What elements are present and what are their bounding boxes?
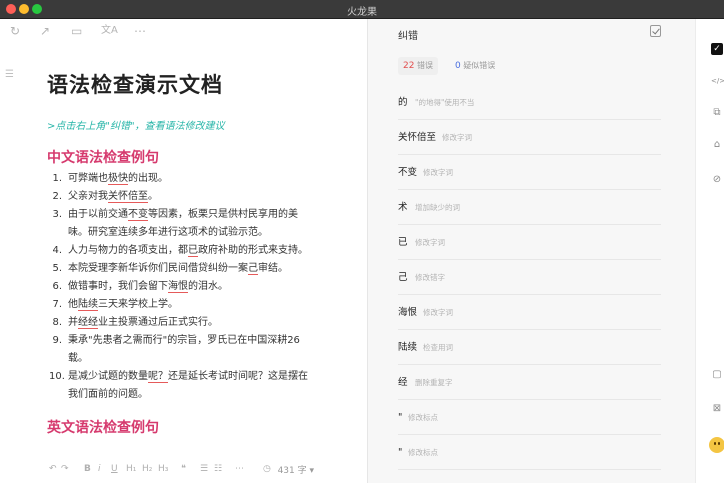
hint-text: >点击右上角"纠错"，查看语法修改建议: [47, 121, 225, 132]
more-format-icon[interactable]: ⋯: [235, 463, 244, 475]
suggestion-row[interactable]: 的 "的地得"使用不当: [398, 85, 661, 120]
format-toolbar: ↶ ↷ B i U H₁ H₂ H₃ ❝ ☰ ☷ ⋯ ◷ 431 字 ▾: [0, 457, 367, 483]
error-underline[interactable]: 不变: [128, 209, 148, 221]
share-icon[interactable]: ↗: [40, 24, 50, 38]
error-underline[interactable]: 陆续: [78, 299, 98, 311]
error-underline[interactable]: 极快: [108, 173, 128, 185]
image-tool-icon[interactable]: ⊠: [711, 403, 723, 415]
example-list: 1. 可弊端也极快的出现。 2. 父亲对我关怀倍至。 3. 由于以前交通不变等因素，板…: [49, 170, 319, 404]
italic-button[interactable]: i: [98, 463, 101, 475]
proofreading-panel: 纠错 22 错误 0 疑似错误 的 "的地得"使用不当 关怀倍至 修改字词 不变 修改…: [367, 19, 695, 483]
list-item: 6. 做错事时，我们会留下海恨的泪水。: [52, 281, 228, 293]
list-item: 8. 并经经业主投票通过后正式实行。: [52, 317, 218, 329]
list-item: 5. 本院受理李新华诉你们民间借贷纠纷一案己审结。: [52, 263, 288, 275]
panel-tool-icon[interactable]: ▢: [711, 369, 723, 381]
underline-button[interactable]: U: [111, 463, 118, 475]
error-underline[interactable]: 呢？: [148, 371, 168, 383]
suggestion-row[interactable]: 术增加缺少的词: [398, 190, 661, 225]
suspect-count-tab[interactable]: 0 疑似错误: [452, 57, 498, 75]
document-title: 语法检查演示文档: [47, 73, 223, 97]
list-item: 4. 人力与物力的各项支出，都已政府补助的形式来支持。: [52, 245, 308, 257]
bold-button[interactable]: B: [84, 463, 91, 475]
error-underline[interactable]: 己: [248, 263, 258, 275]
suggestion-row[interactable]: " 修改标点: [398, 435, 661, 470]
translate-icon[interactable]: 文A: [101, 24, 118, 38]
list-item: 1. 可弊端也极快的出现。: [52, 173, 168, 185]
heading1-button[interactable]: H₁: [126, 463, 136, 475]
code-tool-icon[interactable]: </>: [711, 75, 724, 87]
history-icon[interactable]: ◷: [263, 463, 271, 475]
editor-top-toolbar: ↻ ↗ ▭ 文A ⋯: [0, 19, 367, 45]
error-count-tab[interactable]: 22 错误: [398, 57, 438, 75]
window-title: 火龙果: [347, 7, 377, 18]
heading3-button[interactable]: H₃: [158, 463, 168, 475]
suggestion-row[interactable]: 已修改字词: [398, 225, 661, 260]
redo-icon[interactable]: ↷: [61, 463, 69, 475]
error-underline[interactable]: 经经: [78, 317, 98, 329]
suggestion-row[interactable]: 经删除重复字: [398, 365, 661, 400]
assistant-avatar-icon[interactable]: [709, 437, 724, 453]
editor-pane[interactable]: ↻ ↗ ▭ 文A ⋯ ☰ 语法检查演示文档 >点击右上角"纠错"，查看语法修改建…: [0, 19, 367, 483]
heading2-button[interactable]: H₂: [142, 463, 152, 475]
tool-strip: ✓ </> ⧉ ⌂ ⊘ ▢ ⊠: [695, 19, 724, 483]
word-count[interactable]: 431 字 ▾: [278, 463, 314, 476]
section-heading-chinese: 中文语法检查例句: [47, 150, 159, 166]
suggestion-row[interactable]: 不变 修改字词: [398, 155, 661, 190]
app-window: 火龙果 ↻ ↗ ▭ 文A ⋯ ☰ 语法检查演示文档 >点击右上角"纠错"，查看语…: [0, 0, 724, 483]
suggestion-row[interactable]: " 修改标点: [398, 400, 661, 435]
list-item: 9. 秉承"先患者之需而行"的宗旨，罗氏已在中国深耕26 载。: [52, 335, 300, 364]
ordered-list-icon[interactable]: ☷: [214, 463, 222, 475]
bullet-list-icon[interactable]: ☰: [200, 463, 208, 475]
undo-icon[interactable]: ↶: [49, 463, 57, 475]
compass-tool-icon[interactable]: ⊘: [711, 174, 723, 186]
section-heading-english: 英文语法检查例句: [47, 420, 159, 436]
outline-toggle-icon[interactable]: ☰: [5, 69, 14, 80]
suggestion-row[interactable]: 海恨 修改字词: [398, 295, 661, 330]
list-item: 3. 由于以前交通不变等因素，板栗只是供村民享用的美 味。研究室连续多年进行这项术的…: [52, 209, 298, 238]
error-underline[interactable]: 海恨: [168, 281, 188, 293]
copy-tool-icon[interactable]: ⧉: [711, 107, 723, 119]
list-item: 10. 是减少试题的数量呢？还是延长考试时间呢？这是摆在 我们面前的问题。: [49, 371, 308, 400]
suggestion-row[interactable]: 关怀倍至 修改字词: [398, 120, 661, 155]
error-underline[interactable]: 关怀倍至: [108, 191, 148, 203]
list-item: 7. 他陆续三天来学校上学。: [52, 299, 178, 311]
refresh-icon[interactable]: ↻: [10, 24, 20, 38]
home-tool-icon[interactable]: ⌂: [711, 139, 723, 151]
proofread-tool-icon[interactable]: ✓: [711, 43, 723, 55]
accept-all-icon[interactable]: [650, 25, 661, 37]
error-underline[interactable]: 已: [188, 245, 198, 257]
list-item: 2. 父亲对我关怀倍至。: [52, 191, 158, 203]
quote-icon[interactable]: ❝: [181, 463, 186, 475]
more-icon[interactable]: ⋯: [134, 24, 146, 38]
suggestion-row[interactable]: 己修改错字: [398, 260, 661, 295]
suggestion-row[interactable]: 陆续 检查用词: [398, 330, 661, 365]
title-bar: 火龙果: [0, 0, 724, 19]
panel-title: 纠错: [398, 31, 418, 42]
preview-icon[interactable]: ▭: [71, 24, 82, 38]
